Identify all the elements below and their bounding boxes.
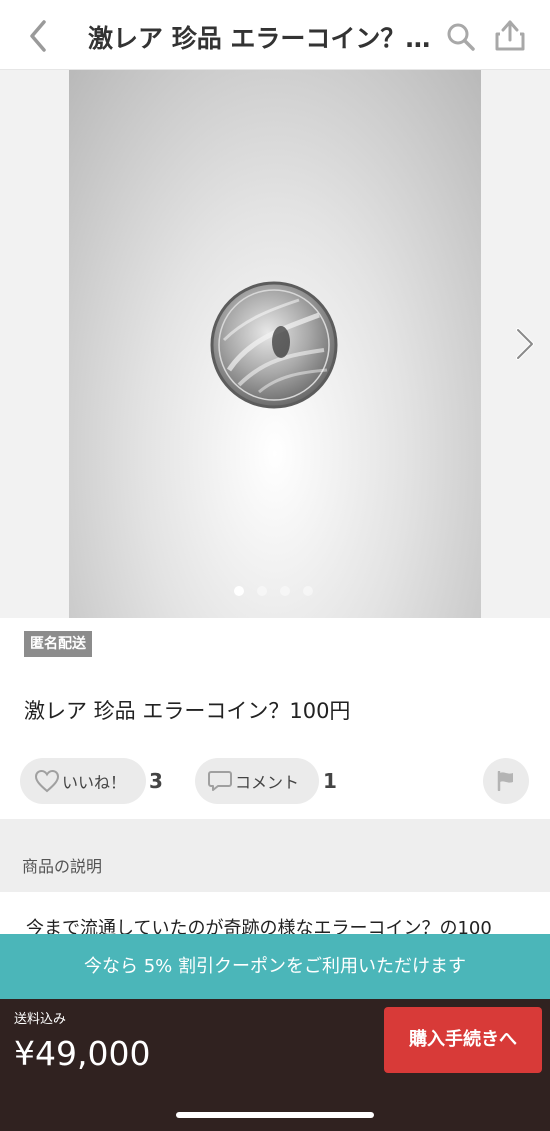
comment-count: 1 <box>323 769 337 793</box>
image-gallery[interactable] <box>0 70 550 618</box>
description-section-header: 商品の説明 <box>0 819 550 892</box>
coupon-text: 今なら 5% 割引クーポンをご利用いただけます <box>84 956 466 977</box>
comment-button[interactable]: コメント <box>195 758 319 804</box>
page-dot[interactable] <box>303 586 313 596</box>
comment-label: コメント <box>235 773 300 792</box>
chevron-left-icon <box>30 20 46 52</box>
page-indicator <box>234 586 313 598</box>
item-photo[interactable] <box>69 70 481 618</box>
search-button[interactable] <box>446 22 476 52</box>
like-label: いいね！ <box>62 773 127 792</box>
like-count: 3 <box>149 769 163 793</box>
item-name: 激レア 珍品 エラーコイン？100円 <box>24 699 351 723</box>
anonymous-shipping-badge: 匿名配送 <box>24 631 92 657</box>
home-indicator[interactable] <box>176 1112 374 1118</box>
item-detail-page: 激レア 珍品 エラーコイン？… 匿名配送 激レア 珍品 エラーコイン？100円 … <box>0 0 550 1131</box>
next-image-button[interactable] <box>510 324 538 364</box>
share-button[interactable] <box>494 18 526 52</box>
heart-icon <box>34 769 60 793</box>
page-dot[interactable] <box>280 586 290 596</box>
chevron-right-icon <box>516 328 534 360</box>
purchase-bar: 送料込み ¥49,000 購入手続きへ <box>0 999 550 1131</box>
header: 激レア 珍品 エラーコイン？… <box>0 0 550 70</box>
page-dot[interactable] <box>234 586 244 596</box>
coupon-banner[interactable]: 今なら 5% 割引クーポンをご利用いただけます <box>0 934 550 999</box>
back-button[interactable] <box>24 18 56 54</box>
buy-button[interactable]: 購入手続きへ <box>384 1007 542 1073</box>
page-dot[interactable] <box>257 586 267 596</box>
flag-icon <box>497 771 513 791</box>
search-icon <box>447 23 475 51</box>
page-title: 激レア 珍品 エラーコイン？… <box>88 24 431 53</box>
like-button[interactable]: いいね！ <box>20 758 146 804</box>
description-heading: 商品の説明 <box>22 857 103 876</box>
item-price: ¥49,000 <box>14 1034 151 1073</box>
shipping-included-label: 送料込み <box>14 1012 67 1027</box>
comment-icon <box>208 771 232 791</box>
share-icon <box>495 20 525 51</box>
coin-image <box>210 281 338 409</box>
report-button[interactable] <box>483 758 529 804</box>
